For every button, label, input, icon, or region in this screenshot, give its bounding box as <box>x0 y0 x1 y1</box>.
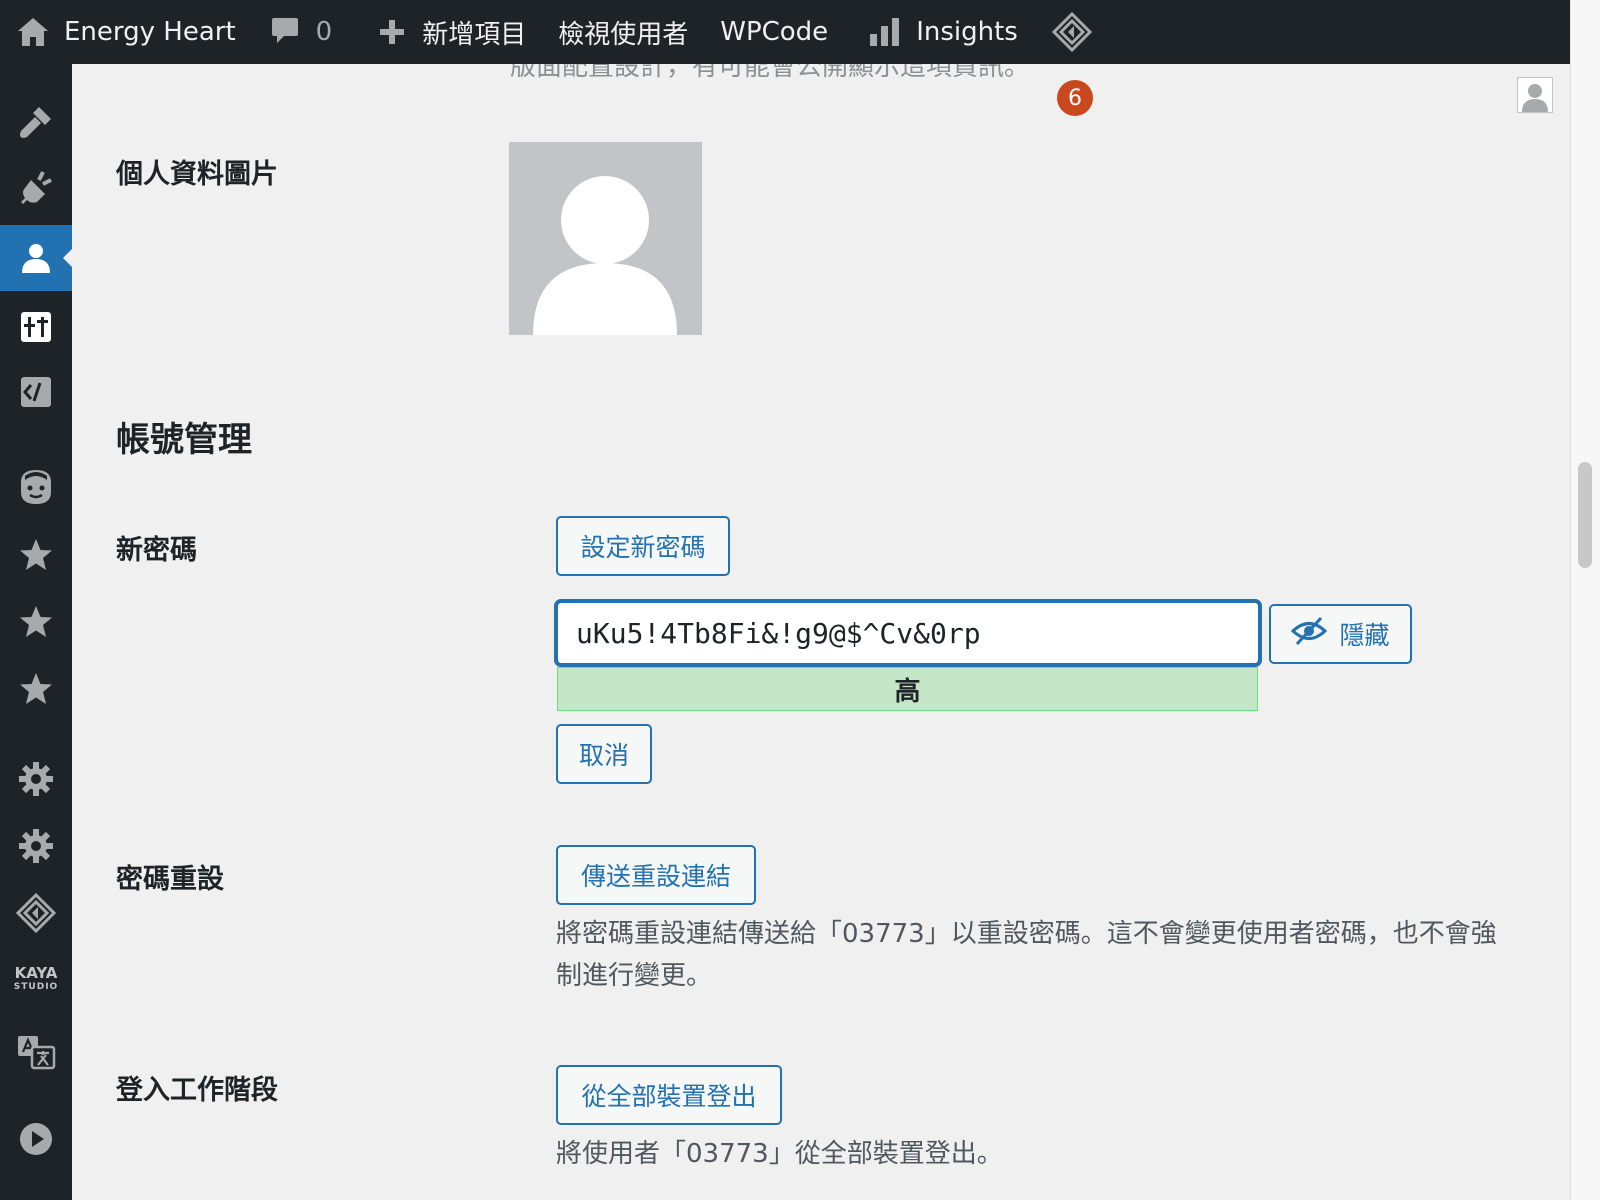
insights-menu[interactable]: Insights <box>868 0 1018 64</box>
star-icon <box>18 671 54 707</box>
notification-badge[interactable]: 6 <box>1057 80 1093 116</box>
comment-icon <box>270 16 300 48</box>
sidebar-item-star-3[interactable] <box>0 656 72 722</box>
sidebar-item-kaya-studio[interactable]: KAYA STUDIO <box>0 946 72 1012</box>
sidebar-item-star-2[interactable] <box>0 589 72 655</box>
comments-link[interactable]: 0 <box>270 0 333 64</box>
user-icon <box>18 240 54 276</box>
gear-icon <box>18 828 54 864</box>
sessions-label: 登入工作階段 <box>116 1075 278 1106</box>
password-strength-meter: 高 <box>557 667 1258 711</box>
diamond-plugin-menu[interactable] <box>1051 0 1092 64</box>
wpcode-menu[interactable]: WPCode <box>720 0 828 64</box>
new-password-label: 新密碼 <box>116 535 197 566</box>
site-home-link[interactable]: Energy Heart <box>16 0 236 64</box>
password-reset-description: 將密碼重設連結傳送給「03773」以重設密碼。這不會變更使用者密碼，也不會強制進… <box>556 919 1497 991</box>
hide-password-label: 隱藏 <box>1339 621 1390 650</box>
sidebar-item-settings-1[interactable] <box>0 746 72 812</box>
sidebar-item-tools[interactable] <box>0 294 72 360</box>
cancel-button[interactable]: 取消 <box>556 724 652 784</box>
sidebar-item-diamond-plugin[interactable] <box>0 880 72 946</box>
site-name: Energy Heart <box>64 17 236 47</box>
account-management-heading: 帳號管理 <box>116 420 252 460</box>
star-icon <box>18 604 54 640</box>
diamond-logo-icon <box>16 893 56 933</box>
comments-count: 0 <box>315 17 333 47</box>
page-scrollbar-thumb[interactable] <box>1578 462 1592 568</box>
home-icon <box>16 15 50 49</box>
sessions-description: 將使用者「03773」從全部裝置登出。 <box>556 1139 1003 1169</box>
plus-icon <box>378 18 406 46</box>
diamond-logo-icon <box>1051 12 1092 52</box>
new-content-menu[interactable]: 新增項目 <box>378 0 526 64</box>
eye-slash-icon <box>1291 616 1328 652</box>
play-icon <box>18 1121 54 1157</box>
page-scrollbar-track[interactable] <box>1570 0 1600 1200</box>
sidebar-item-users[interactable] <box>0 225 72 291</box>
face-icon <box>17 466 55 506</box>
wpcode-label: WPCode <box>720 17 829 47</box>
kaya-studio-logo: KAYA STUDIO <box>13 964 59 992</box>
star-icon <box>18 537 54 573</box>
view-user-label: 檢視使用者 <box>558 19 689 50</box>
plug-icon <box>17 170 55 208</box>
password-input[interactable] <box>556 601 1260 665</box>
code-icon <box>19 375 53 409</box>
sliders-icon <box>19 310 53 344</box>
sidebar-item-translate[interactable] <box>0 1019 72 1085</box>
profile-picture-label: 個人資料圖片 <box>116 159 278 190</box>
admin-bar-user-avatar[interactable] <box>1517 77 1553 113</box>
sidebar-item-code-snippets[interactable] <box>0 359 72 425</box>
sidebar-item-avatar-plugin[interactable] <box>0 453 72 519</box>
translate-icon <box>16 1034 56 1070</box>
insights-label: Insights <box>916 17 1018 47</box>
admin-bar: Energy Heart 0 新增項目 檢視使用者 WPCode Insight… <box>0 0 1570 64</box>
new-item-label: 新增項目 <box>422 19 527 50</box>
logout-everywhere-button[interactable]: 從全部裝置登出 <box>556 1065 782 1125</box>
send-reset-link-button[interactable]: 傳送重設連結 <box>556 845 756 905</box>
view-user-link[interactable]: 檢視使用者 <box>558 0 688 64</box>
sidebar-item-star-1[interactable] <box>0 522 72 588</box>
gear-icon <box>18 761 54 797</box>
sidebar-item-settings-2[interactable] <box>0 813 72 879</box>
paintbrush-icon <box>17 103 55 141</box>
hide-password-button[interactable]: 隱藏 <box>1269 604 1412 664</box>
sidebar-item-plugins[interactable] <box>0 156 72 222</box>
profile-picture <box>509 142 702 335</box>
sidebar-item-appearance[interactable] <box>0 89 72 155</box>
password-reset-label: 密碼重設 <box>116 864 224 895</box>
set-new-password-button[interactable]: 設定新密碼 <box>556 516 730 576</box>
sidebar-item-media-player[interactable] <box>0 1106 72 1172</box>
bar-chart-icon <box>868 16 902 48</box>
admin-sidebar: KAYA STUDIO <box>0 64 72 1200</box>
